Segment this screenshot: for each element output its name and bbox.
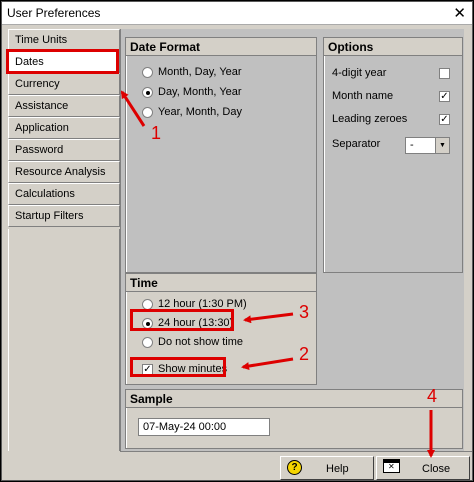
radio-button-checked[interactable] [142, 86, 153, 98]
radio-label: Month, Day, Year [158, 66, 242, 78]
month-name-checkbox[interactable]: ✓ [439, 91, 450, 102]
sample-output-field: 07-May-24 00:00 [138, 418, 270, 436]
nav-item-password[interactable]: Password [8, 139, 120, 161]
title-bar: User Preferences ✕ [2, 2, 472, 25]
nav-item-resource-analysis[interactable]: Resource Analysis [8, 161, 120, 183]
close-window-icon [383, 459, 400, 473]
radio-label: Day, Month, Year [158, 86, 242, 98]
separator-label: Separator [332, 138, 381, 150]
sample-group: Sample 07-May-24 00:00 [125, 389, 463, 449]
close-button-label: Close [422, 463, 451, 475]
leading-zeroes-checkbox[interactable]: ✓ [439, 114, 450, 125]
time-title: Time [126, 274, 316, 292]
radio-label: Do not show time [158, 336, 243, 348]
chevron-down-icon[interactable]: ▼ [435, 138, 449, 153]
option-label: Leading zeroes [332, 113, 408, 125]
help-icon: ? [287, 460, 302, 475]
annotation-box-24-hour [130, 309, 234, 331]
nav-empty-area [8, 229, 120, 451]
radio-button[interactable] [142, 106, 153, 118]
radio-button[interactable] [142, 66, 153, 78]
close-button[interactable]: Close [376, 456, 470, 480]
dates-panel: Date Format Month, Day, Year Day, Month,… [120, 29, 464, 451]
separator-value: - [410, 139, 414, 151]
radio-day-month-year[interactable]: Day, Month, Year [142, 84, 242, 100]
option-leading-zeroes[interactable]: Leading zeroes ✓ [332, 112, 452, 128]
option-month-name[interactable]: Month name ✓ [332, 89, 452, 105]
nav-item-application[interactable]: Application [8, 117, 120, 139]
annotation-box-dates [6, 49, 119, 74]
separator-select[interactable]: - ▼ [405, 137, 450, 154]
annotation-number-4: 4 [427, 386, 438, 406]
option-separator: Separator - ▼ [332, 137, 462, 154]
help-button-label: Help [326, 463, 349, 475]
radio-label: Year, Month, Day [158, 106, 242, 118]
option-four-digit-year[interactable]: 4-digit year [332, 66, 452, 82]
four-digit-year-checkbox[interactable] [439, 68, 450, 79]
help-button[interactable]: ? Help [280, 456, 374, 480]
window-title: User Preferences [7, 6, 101, 20]
radio-do-not-show-time[interactable]: Do not show time [142, 334, 243, 350]
date-format-group: Date Format Month, Day, Year Day, Month,… [125, 37, 317, 273]
option-label: Month name [332, 90, 394, 102]
options-title: Options [324, 38, 462, 56]
annotation-number-2: 2 [299, 344, 310, 364]
annotation-number-3: 3 [299, 302, 310, 322]
radio-button[interactable] [142, 298, 153, 310]
radio-button[interactable] [142, 336, 153, 348]
option-label: 4-digit year [332, 67, 387, 79]
radio-year-month-day[interactable]: Year, Month, Day [142, 104, 242, 120]
dialog-button-bar: ? Help Close [120, 451, 472, 480]
nav-item-assistance[interactable]: Assistance [8, 95, 120, 117]
nav-item-startup-filters[interactable]: Startup Filters [8, 205, 120, 227]
options-group: Options 4-digit year Month name ✓ Leadin… [323, 37, 463, 273]
annotation-box-show-minutes [130, 357, 226, 377]
annotation-number-1: 1 [151, 123, 162, 143]
sample-title: Sample [126, 390, 462, 408]
nav-item-currency[interactable]: Currency [8, 73, 120, 95]
radio-month-day-year[interactable]: Month, Day, Year [142, 64, 242, 80]
nav-item-time-units[interactable]: Time Units [8, 29, 120, 51]
window-close-icon[interactable]: ✕ [453, 4, 466, 22]
date-format-title: Date Format [126, 38, 316, 56]
nav-item-calculations[interactable]: Calculations [8, 183, 120, 205]
